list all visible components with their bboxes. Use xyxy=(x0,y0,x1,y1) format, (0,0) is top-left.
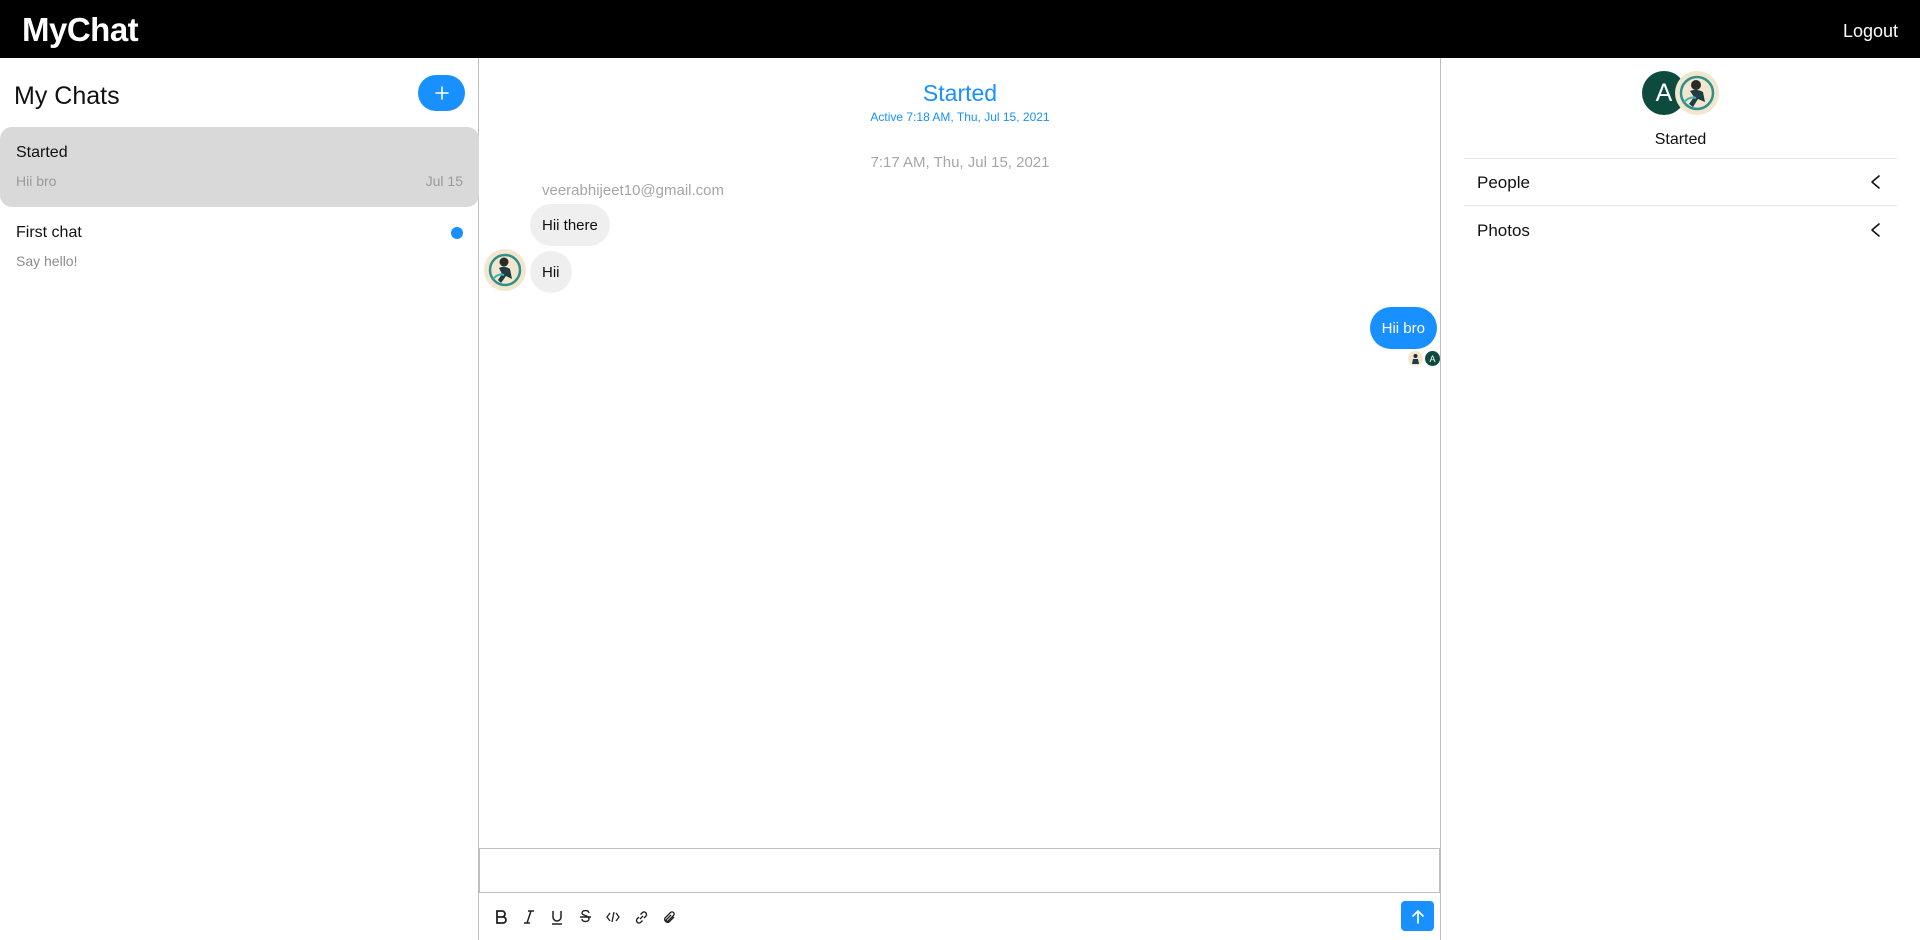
read-receipt-avatar xyxy=(1408,351,1423,366)
new-chat-button[interactable] xyxy=(418,75,465,111)
logout-button[interactable]: Logout xyxy=(1843,22,1898,40)
top-navbar: MyChat Logout xyxy=(0,0,1920,58)
section-label: People xyxy=(1477,173,1530,192)
chat-list-panel: My Chats Started Hii bro Jul 15 First ch… xyxy=(0,58,479,940)
chevron-left-icon xyxy=(1871,223,1880,237)
link-icon[interactable] xyxy=(631,907,651,927)
chat-card-first-chat[interactable]: First chat Say hello! xyxy=(0,207,479,287)
chevron-left-icon xyxy=(1871,175,1880,189)
chat-activity-status: Active 7:18 AM, Thu, Jul 15, 2021 xyxy=(870,110,1050,124)
divider xyxy=(1464,205,1897,206)
chat-card-title: Started xyxy=(16,144,68,161)
message-bubble-mine: Hii bro xyxy=(1369,307,1437,349)
app-logo: MyChat xyxy=(22,11,139,48)
chat-title: Started xyxy=(922,80,998,106)
plus-icon xyxy=(434,86,449,100)
chat-card-last-message: Say hello! xyxy=(16,253,78,269)
section-label: Photos xyxy=(1477,221,1530,240)
message-toolbar xyxy=(479,894,1440,940)
people-section[interactable]: People xyxy=(1464,159,1897,205)
chat-card-last-message: Hii bro xyxy=(16,173,57,189)
bold-icon[interactable] xyxy=(491,907,511,927)
photos-section[interactable]: Photos xyxy=(1464,207,1897,253)
attachment-icon[interactable] xyxy=(659,907,679,927)
message-bubble-theirs: Hii xyxy=(530,251,572,293)
code-icon[interactable] xyxy=(603,907,623,927)
chat-card-started[interactable]: Started Hii bro Jul 15 xyxy=(0,127,479,207)
underline-icon[interactable] xyxy=(547,907,567,927)
chat-feed: Started Active 7:18 AM, Thu, Jul 15, 202… xyxy=(479,58,1441,940)
arrow-up-icon xyxy=(1411,909,1424,924)
member-avatar xyxy=(1675,71,1719,115)
sender-avatar xyxy=(484,249,526,291)
chat-list-title: My Chats xyxy=(14,82,120,110)
chat-settings-panel: A Started People Photos xyxy=(1441,58,1920,940)
chat-card-date: Jul 15 xyxy=(425,173,463,189)
strikethrough-icon[interactable] xyxy=(575,907,595,927)
italic-icon[interactable] xyxy=(519,907,539,927)
unread-indicator xyxy=(451,227,463,239)
send-button[interactable] xyxy=(1401,901,1434,931)
message-timestamp: 7:17 AM, Thu, Jul 15, 2021 xyxy=(870,154,1050,171)
chat-settings-title: Started xyxy=(1654,131,1707,148)
sender-username: veerabhijeet10@gmail.com xyxy=(542,182,724,199)
read-receipt-avatar: A xyxy=(1425,351,1440,366)
chat-card-title: First chat xyxy=(16,224,82,241)
message-input[interactable] xyxy=(479,848,1440,893)
message-bubble-theirs: Hii there xyxy=(530,204,610,246)
